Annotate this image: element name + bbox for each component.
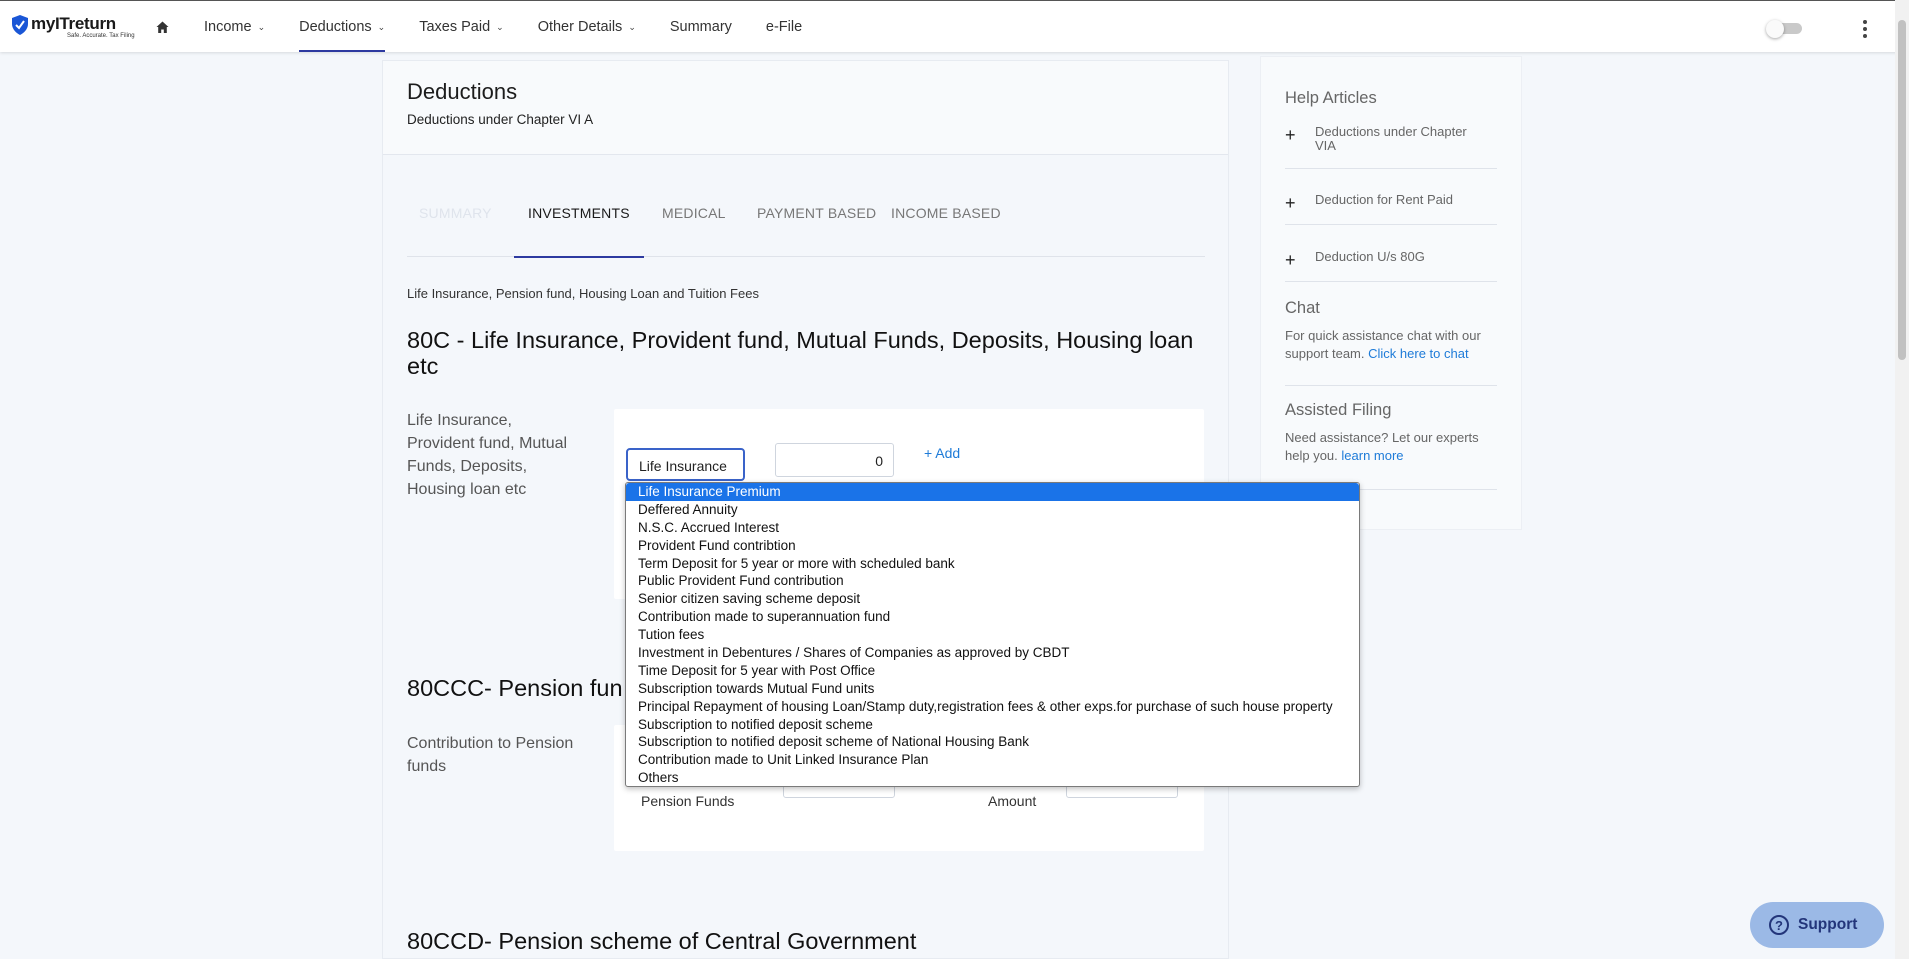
brand-tagline: Safe. Accurate. Tax Filing xyxy=(67,33,135,39)
expand-plus-icon: + xyxy=(1285,250,1296,270)
section-80c-label: Life Insurance, Provident fund, Mutual F… xyxy=(407,412,568,498)
dropdown-option[interactable]: Subscription to notified deposit scheme … xyxy=(626,733,1359,751)
theme-toggle[interactable] xyxy=(1766,20,1804,38)
home-icon[interactable] xyxy=(156,21,169,34)
assisted-filing-text: Need assistance? Let our experts help yo… xyxy=(1285,429,1500,465)
question-icon: ? xyxy=(1769,915,1789,935)
help-article-item[interactable]: + Deductions under Chapter VIA xyxy=(1285,125,1497,169)
nav-other-details[interactable]: Other Details ⌄ xyxy=(538,1,636,53)
help-article-label: Deduction for Rent Paid xyxy=(1315,192,1454,207)
expand-plus-icon: + xyxy=(1285,125,1296,145)
dropdown-option[interactable]: Subscription towards Mutual Fund units xyxy=(626,680,1359,698)
dropdown-option[interactable]: Provident Fund contribtion xyxy=(626,537,1359,555)
chevron-down-icon: ⌄ xyxy=(496,21,504,32)
nav-taxes-paid-label: Taxes Paid xyxy=(419,19,491,35)
tab-investments[interactable]: INVESTMENTS xyxy=(514,195,644,258)
learn-more-link[interactable]: learn more xyxy=(1341,448,1403,463)
dropdown-option[interactable]: Tution fees xyxy=(626,626,1359,644)
chevron-down-icon: ⌄ xyxy=(257,21,266,32)
chat-link[interactable]: Click here to chat xyxy=(1368,346,1468,361)
expand-plus-icon: + xyxy=(1285,193,1296,213)
nav-summary-label: Summary xyxy=(669,19,732,35)
dropdown-option[interactable]: Principal Repayment of housing Loan/Stam… xyxy=(626,698,1359,716)
assisted-filing-title: Assisted Filing xyxy=(1285,401,1392,419)
nav-income-label: Income xyxy=(204,19,252,35)
dropdown-option[interactable]: N.S.C. Accrued Interest xyxy=(626,519,1359,537)
help-title: Help Articles xyxy=(1285,89,1377,107)
nav-deductions-label: Deductions xyxy=(299,19,372,35)
nav-efile[interactable]: e-File xyxy=(766,1,802,53)
deduction-tabs: SUMMARY INVESTMENTS MEDICAL PAYMENT BASE… xyxy=(407,195,1205,258)
help-article-item[interactable]: + Deduction U/s 80G xyxy=(1285,250,1497,282)
brand-name: myITreturn xyxy=(31,14,116,33)
dropdown-option[interactable]: Investment in Debentures / Shares of Com… xyxy=(626,644,1359,662)
page-subtitle: Deductions under Chapter VI A xyxy=(407,112,594,127)
support-label: Support xyxy=(1798,916,1858,933)
dropdown-option[interactable]: Time Deposit for 5 year with Post Office xyxy=(626,662,1359,680)
help-article-label: Deductions under Chapter VIA xyxy=(1315,124,1467,153)
main-nav: Income ⌄ Deductions ⌄ Taxes Paid ⌄ Other… xyxy=(204,1,836,53)
section-80c-title: 80C - Life Insurance, Provident fund, Mu… xyxy=(407,327,1194,379)
dropdown-option[interactable]: Public Provident Fund contribution xyxy=(626,572,1359,590)
shield-check-icon xyxy=(12,15,28,35)
page-header: Deductions Deductions under Chapter VI A xyxy=(383,61,1228,155)
nav-summary[interactable]: Summary xyxy=(670,1,732,53)
chevron-down-icon: ⌄ xyxy=(377,21,386,32)
investment-type-dropdown[interactable]: Life Insurance Premium Deffered Annuity N.… xyxy=(625,482,1360,787)
tab-income-based[interactable]: INCOME BASED xyxy=(891,195,1001,257)
investment-amount-input[interactable]: 0 xyxy=(775,443,894,477)
nav-taxes-paid[interactable]: Taxes Paid ⌄ xyxy=(419,1,503,53)
more-menu-icon[interactable] xyxy=(1862,20,1868,38)
nav-other-details-label: Other Details xyxy=(537,19,623,35)
page-title: Deductions xyxy=(407,79,518,104)
dropdown-option[interactable]: Subscription to notified deposit scheme xyxy=(626,716,1359,734)
dropdown-option[interactable]: Contribution made to superannuation fund xyxy=(626,608,1359,626)
section-caption: Life Insurance, Pension fund, Housing Lo… xyxy=(407,286,759,301)
chat-title: Chat xyxy=(1285,299,1320,317)
tab-summary[interactable]: SUMMARY xyxy=(419,195,492,257)
tab-payment-based[interactable]: PAYMENT BASED xyxy=(757,195,876,257)
dropdown-option[interactable]: Term Deposit for 5 year or more with sch… xyxy=(626,555,1359,573)
top-navbar: myITreturn Safe. Accurate. Tax Filing In… xyxy=(0,0,1909,52)
section-80ccc-title: 80CCC- Pension fun xyxy=(407,675,623,701)
help-article-label: Deduction U/s 80G xyxy=(1315,249,1425,264)
help-article-item[interactable]: + Deduction for Rent Paid xyxy=(1285,193,1497,225)
pension-funds-label: Pension Funds xyxy=(641,793,735,809)
nav-deductions[interactable]: Deductions ⌄ xyxy=(299,1,386,53)
scrollbar-thumb[interactable] xyxy=(1898,20,1906,360)
nav-efile-label: e-File xyxy=(765,19,803,35)
toggle-knob xyxy=(1766,20,1784,38)
nav-income[interactable]: Income ⌄ xyxy=(204,1,265,53)
pension-amount-label: Amount xyxy=(988,793,1037,809)
dropdown-option[interactable]: Others xyxy=(626,769,1359,786)
divider xyxy=(1285,385,1497,386)
chat-text: For quick assistance chat with our suppo… xyxy=(1285,327,1490,363)
investment-type-select[interactable]: Life Insurance xyxy=(626,448,745,481)
dropdown-option[interactable]: Life Insurance Premium xyxy=(626,483,1359,501)
add-investment-link[interactable]: + Add xyxy=(924,445,960,461)
dropdown-option[interactable]: Contribution made to Unit Linked Insuran… xyxy=(626,751,1359,769)
chevron-down-icon: ⌄ xyxy=(628,21,636,32)
brand-logo[interactable]: myITreturn Safe. Accurate. Tax Filing xyxy=(12,15,135,39)
support-button[interactable]: ? Support xyxy=(1750,902,1884,948)
section-80ccc-label: Contribution to Pension funds xyxy=(407,735,574,775)
tab-medical[interactable]: MEDICAL xyxy=(662,195,726,257)
page-scrollbar[interactable] xyxy=(1895,0,1909,959)
help-panel: Help Articles + Deductions under Chapter… xyxy=(1260,56,1522,530)
section-80ccd-title: 80CCD- Pension scheme of Central Governm… xyxy=(407,928,917,954)
dropdown-option[interactable]: Deffered Annuity xyxy=(626,501,1359,519)
dropdown-option[interactable]: Senior citizen saving scheme deposit xyxy=(626,590,1359,608)
